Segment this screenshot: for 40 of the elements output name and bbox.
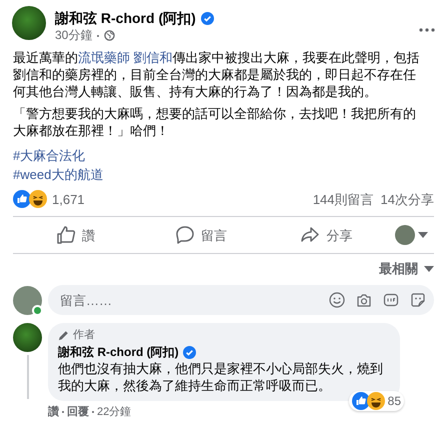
laughing-reaction-icon <box>366 392 385 410</box>
camera-icon[interactable] <box>356 292 372 308</box>
hashtag-link[interactable]: #大麻合法化 <box>13 146 86 165</box>
profile-avatar[interactable] <box>12 6 46 40</box>
hashtag-link[interactable]: #weed大的航道 <box>13 165 104 184</box>
comment-action-link[interactable]: 讚 <box>48 405 59 419</box>
caret-icon <box>424 266 434 272</box>
more-options-icon[interactable] <box>419 28 435 32</box>
author-label: 作者 <box>73 328 95 343</box>
comment-time[interactable]: 22分鐘 <box>97 405 132 419</box>
share-count[interactable]: 14次分享 <box>380 190 434 208</box>
reaction-count: 85 <box>388 392 401 410</box>
emoji-icon[interactable] <box>329 292 345 308</box>
reaction-count[interactable]: 1,671 <box>52 190 85 208</box>
commenter-name[interactable]: 謝和弦 R-chord (阿扣) <box>58 345 179 360</box>
comment-count[interactable]: 144則留言 <box>312 190 374 208</box>
comment-field[interactable]: 留言…… <box>48 285 434 315</box>
sort-dropdown[interactable]: 最相關 <box>379 260 434 278</box>
sticker-icon[interactable] <box>410 292 426 308</box>
comment-text: 他們也沒有抽大麻，他們只是家裡不小心局部失火，燒到我的大麻，然後為了維持生命而正常呼吸而已。 <box>58 360 384 394</box>
speech-bubble-icon <box>174 225 195 245</box>
verified-icon <box>182 346 196 359</box>
post-text: 「警方想要我的大麻嗎，想要的話可以全部給你，去找吧！我把所有的大麻都放在那裡！」哈們！ <box>13 105 417 139</box>
comment-action-link[interactable]: 回覆 <box>67 405 89 419</box>
laughing-reaction-icon <box>29 190 47 208</box>
like-reaction-icon <box>13 190 31 208</box>
post-time[interactable]: 30分鐘 <box>55 27 92 44</box>
commenter-avatar[interactable] <box>13 323 42 352</box>
share-button[interactable]: 分享 <box>264 220 389 250</box>
gif-icon[interactable] <box>383 292 399 308</box>
thumbs-up-icon <box>56 225 76 245</box>
caret-icon <box>418 232 428 238</box>
author-name[interactable]: 謝和弦 R-chord (阿扣) <box>55 10 196 27</box>
verified-icon <box>200 12 214 25</box>
like-button[interactable]: 讚 <box>13 220 138 250</box>
comment-button[interactable]: 留言 <box>138 220 264 250</box>
globe-icon <box>104 30 116 41</box>
pencil-icon <box>58 330 69 341</box>
name-link[interactable]: 流氓藥師 劉信和 <box>78 50 173 65</box>
post-text: 最近萬華的流氓藥師 劉信和傳出家中被搜出大麻，我要在此聲明，包括劉信和的藥房裡的，目前全台灣的大麻都是屬於我的，即日起不存在任何其他台灣人轉讓、販售、持有大麻的行為了！因為都是我的。 <box>13 49 421 100</box>
